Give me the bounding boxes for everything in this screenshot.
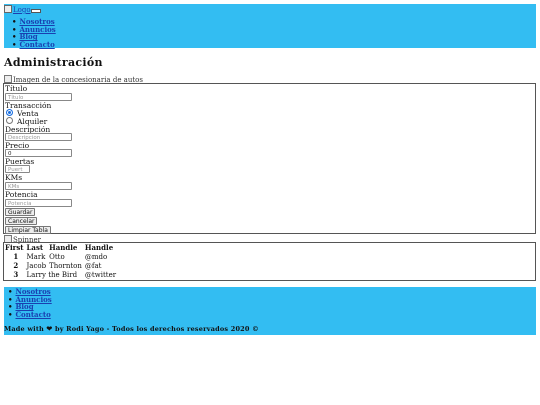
nav-item-contacto[interactable]: Contacto	[12, 40, 56, 49]
cell-handle: @mdo	[84, 252, 108, 261]
page-title: Administración	[4, 56, 103, 69]
potencia-label: Potencia	[5, 190, 38, 199]
row-number: 2	[13, 261, 19, 270]
radio-selected-icon[interactable]	[6, 109, 13, 116]
cell-first: Larry the Bird	[26, 270, 78, 279]
site-footer: Nosotros Anuncios Blog Contacto Made wit…	[4, 287, 536, 335]
cell-first: Mark	[26, 252, 46, 261]
potencia-input[interactable]: Potencia	[5, 199, 72, 207]
kms-label: KMs	[5, 173, 23, 182]
cell-first: Jacob	[26, 261, 47, 270]
vehicle-form: Título Título Transacción Venta Alquiler…	[3, 83, 536, 234]
puertas-input[interactable]: Puert	[5, 165, 30, 173]
cell-last: Thornton	[49, 261, 82, 270]
column-header-handle-2: Handle	[84, 243, 114, 252]
cell-handle: @twitter	[84, 270, 117, 279]
precio-input[interactable]: 0	[5, 149, 72, 157]
row-number: 1	[13, 252, 19, 261]
table-row: 2 Jacob Thornton @fat	[5, 261, 119, 270]
column-header-handle: Handle	[49, 243, 78, 252]
logo[interactable]: Logo	[4, 5, 31, 14]
broken-image-icon	[4, 75, 12, 83]
table-row: 3 Larry the Bird @twitter	[5, 270, 119, 279]
cell-last: Otto	[49, 252, 65, 261]
footer-nav-item-contacto[interactable]: Contacto	[8, 310, 52, 319]
heart-icon: ❤	[46, 324, 53, 333]
footer-credit: Made with ❤ by Rodi Yago - Todos los der…	[4, 324, 259, 333]
row-number: 3	[13, 270, 19, 279]
column-header-last: Last	[26, 243, 44, 252]
titulo-label: Título	[5, 84, 28, 93]
table-row: 1 Mark Otto @mdo	[5, 252, 119, 261]
radio-unselected-icon[interactable]	[6, 117, 13, 124]
descripcion-input[interactable]: Descripcion	[5, 133, 72, 141]
titulo-input[interactable]: Título	[5, 93, 72, 101]
data-table-container: First Last Handle Handle 1 Mark Otto @md…	[3, 242, 536, 281]
logo-alt-text: Logo	[13, 6, 31, 14]
data-table: First Last Handle Handle 1 Mark Otto @md…	[5, 243, 119, 279]
menu-toggle-button[interactable]	[31, 9, 41, 13]
footer-nav: Nosotros Anuncios Blog Contacto	[8, 288, 52, 319]
cancelar-button[interactable]: Cancelar	[5, 217, 38, 225]
header-nav: Nosotros Anuncios Blog Contacto	[12, 18, 56, 49]
broken-image-icon	[4, 5, 12, 13]
site-header: Logo Nosotros Anuncios Blog Contacto	[4, 4, 536, 48]
guardar-button[interactable]: Guardar	[5, 208, 36, 216]
kms-input[interactable]: KMs	[5, 182, 72, 190]
limpiar-tabla-button[interactable]: Limpiar Tabla	[5, 226, 51, 234]
table-header-row: First Last Handle Handle	[5, 243, 119, 252]
column-header-first: First	[5, 243, 24, 252]
cell-handle: @fat	[84, 261, 102, 270]
